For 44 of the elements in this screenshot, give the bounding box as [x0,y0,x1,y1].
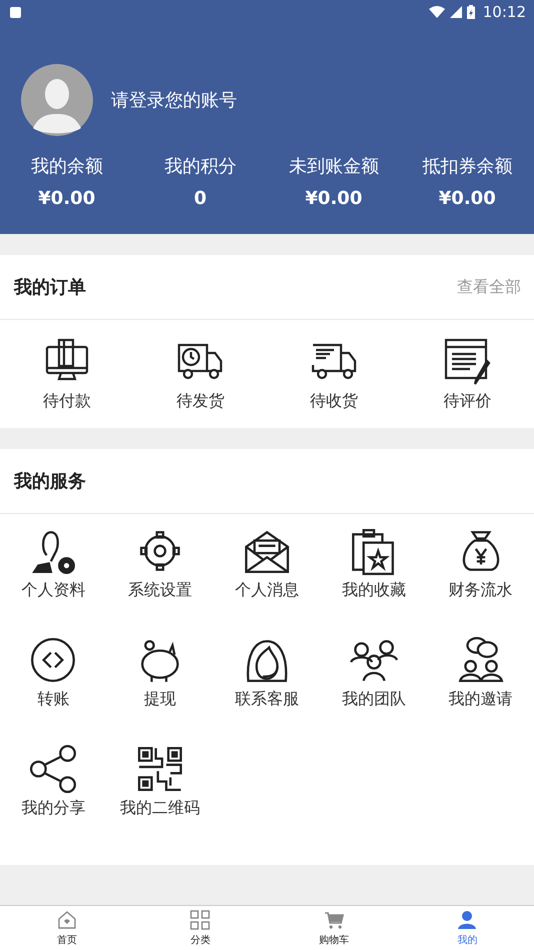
signal-icon [450,6,462,18]
tab-bar-item[interactable]: 购物车 [267,906,400,950]
order-status-item[interactable]: 待付款 [0,336,134,412]
service-item[interactable]: 我的团队 [320,635,428,744]
service-item[interactable]: 系统设置 [106,526,214,635]
section-title: 我的服务 [14,470,86,493]
battery-icon [466,5,475,19]
service-item[interactable]: 个人消息 [214,526,320,635]
service-item[interactable]: 财务流水 [427,526,534,635]
share-icon [28,744,78,794]
tab-bar-item[interactable]: 我的 [400,906,534,950]
invite-icon [456,635,506,685]
service-item[interactable]: 我的分享 [0,744,107,853]
stat-label: 抵扣券余额 [422,155,512,178]
grid-icon [190,910,210,930]
stat-label: 我的积分 [164,155,236,178]
stat-value: ¥0.00 [438,188,496,209]
notification-icon [10,6,21,18]
service-item[interactable]: 转账 [0,635,107,744]
stat-label: 我的余额 [30,155,103,178]
document-pencil-icon [443,336,492,384]
cart-icon [324,910,344,930]
tab-bar-item[interactable]: 分类 [134,906,267,950]
service-item[interactable]: 提现 [106,635,214,744]
service-item[interactable]: 我的二维码 [106,744,214,853]
order-status-item[interactable]: 待发货 [134,336,267,412]
stat-value: 0 [194,188,207,209]
service-item[interactable]: 我的邀请 [427,635,534,744]
wifi-icon [428,6,445,18]
stat-label: 未到账金额 [288,155,379,178]
stat-value: ¥0.00 [38,188,96,209]
section-title: 我的订单 [14,276,86,299]
service-item[interactable]: 联系客服 [214,635,320,744]
service-item[interactable]: 个人资料 [0,526,107,635]
service-item[interactable]: 我的收藏 [320,526,428,635]
home-icon [56,910,77,930]
avatar-icon[interactable] [21,64,93,136]
order-status-item[interactable]: 待评价 [400,336,534,412]
stat-value: ¥0.00 [305,188,362,209]
user-icon [457,910,478,930]
status-time: 10:12 [482,3,526,21]
tab-bar-item[interactable]: 首页 [0,906,134,950]
login-prompt[interactable]: 请登录您的账号 [111,88,237,112]
order-status-item[interactable]: 待收货 [267,336,400,412]
